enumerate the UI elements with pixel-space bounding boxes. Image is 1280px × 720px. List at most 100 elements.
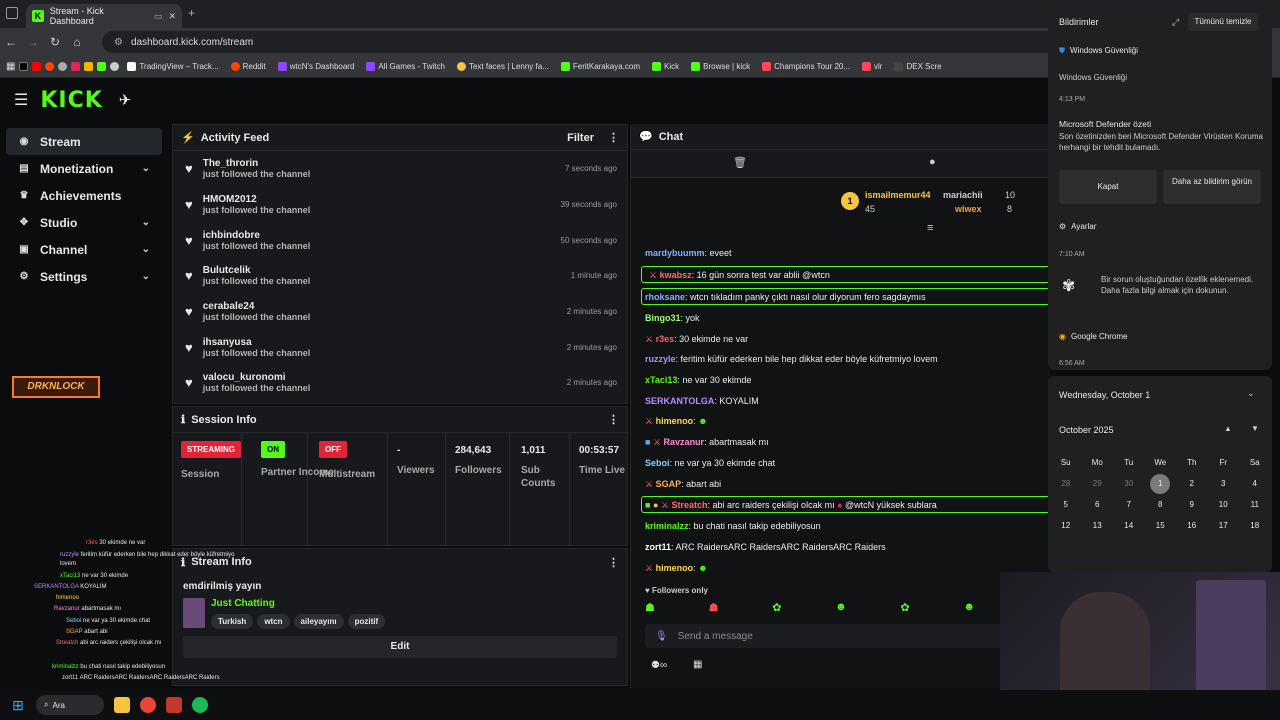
emote-icon[interactable]: ✿ [900,601,909,615]
calendar-day[interactable]: 7 [1113,494,1145,515]
forward-icon[interactable]: → [22,35,44,49]
new-tab-icon[interactable]: + [188,6,195,20]
x-bookmark-icon[interactable] [19,62,29,71]
calendar-day[interactable]: 29 [1082,473,1114,494]
file-explorer-icon[interactable] [114,697,130,713]
chevron-down-icon[interactable]: ▼ [1251,424,1259,433]
sidebar-item-achievements[interactable]: ♛ Achievements [6,182,162,209]
mail-bookmark-icon[interactable] [84,62,94,71]
youtube-bookmark-icon[interactable] [32,62,42,71]
bookmark-feritkarakaya[interactable]: FeritKarakaya.com [557,62,644,71]
tab-audio-icon[interactable]: ▭ [154,11,163,22]
windows-start-icon[interactable]: ⊞ [10,697,26,713]
taskbar-search[interactable]: ⌕ Ara [36,695,104,715]
calendar-day[interactable]: 4 [1239,473,1271,494]
calendar-day[interactable]: 5 [1050,494,1082,515]
chat-settings-icon[interactable]: ● [929,156,936,168]
top-gifter-name[interactable]: wiwex [955,204,982,214]
sidebar-item-monetization[interactable]: ▤ Monetization ⌄ [6,155,162,182]
close-button[interactable]: Kapat [1059,170,1157,204]
reload-icon[interactable]: ↻ [44,35,66,49]
tab-actions-icon[interactable] [6,7,18,19]
emote-icon[interactable]: ☗ [645,601,655,615]
back-icon[interactable]: ← [0,35,22,49]
globe-bookmark-icon[interactable] [58,62,68,71]
reddit-bookmark-icon[interactable] [45,62,55,71]
multistream-toggle[interactable]: OFF [319,441,347,458]
calendar-day[interactable]: 16 [1176,515,1208,536]
more-options-icon[interactable]: ⋮ [608,413,619,426]
category-link[interactable]: Just Chatting [211,598,389,609]
tab-close-icon[interactable]: ✕ [168,11,176,22]
emote-picker-icon[interactable]: ⚉∞ [651,660,667,671]
edit-button[interactable]: Edit [183,636,617,658]
apps-icon[interactable]: ▦ [6,61,15,72]
calendar-day[interactable]: 3 [1208,473,1240,494]
site-info-icon[interactable]: ⚙ [114,37,123,48]
calendar-day[interactable]: 30 [1113,473,1145,494]
more-options-icon[interactable]: ⋮ [608,131,619,144]
calendar-day[interactable]: 15 [1145,515,1177,536]
calendar-day[interactable]: 14 [1113,515,1145,536]
chevron-up-icon[interactable]: ▲ [1224,424,1232,433]
calendar-day[interactable]: 17 [1208,515,1240,536]
url-field[interactable]: ⚙ dashboard.kick.com/stream [102,31,1082,53]
calendar-day[interactable]: 8 [1145,494,1177,515]
bookmark-champions-tour[interactable]: Champions Tour 20... [758,62,854,71]
calendar-day-today[interactable]: 1 [1145,473,1177,494]
app-icon[interactable] [166,697,182,713]
settings-link[interactable]: ⚙ Ayarlar [1059,222,1096,231]
chevron-down-icon[interactable]: ⌄ [1247,388,1255,399]
y-bookmark-icon[interactable] [71,62,81,71]
fewer-notifications-button[interactable]: Daha az bildirim görün [1163,170,1261,204]
rocket-icon[interactable]: ✈ [119,91,132,109]
emote-icon[interactable]: ☻ [835,601,847,615]
chrome-icon[interactable] [140,697,156,713]
emote-icon[interactable]: ✿ [772,601,781,615]
bookmark-wtcn-dashboard[interactable]: wtcN's Dashboard [274,62,359,71]
home-icon[interactable]: ⌂ [66,35,88,49]
calendar-day[interactable]: 28 [1050,473,1082,494]
emote-icon[interactable]: ☗ [709,601,719,615]
bookmark-text-faces[interactable]: Text faces | Lenny fa... [453,62,553,71]
calendar-day[interactable]: 18 [1239,515,1271,536]
pin-icon[interactable]: ≡ [927,222,933,234]
bookmark-vlr[interactable]: vlr [858,62,886,71]
trash-icon[interactable]: 🗑 [733,156,747,169]
calendar-day[interactable]: 13 [1082,515,1114,536]
calendar-day[interactable]: 11 [1239,494,1271,515]
spotify-icon[interactable] [192,697,208,713]
store-icon[interactable]: ▦ [693,659,702,670]
link-bookmark-icon[interactable] [110,62,120,71]
bookmark-all-games-twitch[interactable]: All Games - Twitch [362,62,449,71]
filter-button[interactable]: Filter [567,132,594,144]
top-gifter-name[interactable]: mariachii [943,190,983,200]
emote-icon[interactable]: ☻ [963,601,975,615]
calendar-day[interactable]: 9 [1176,494,1208,515]
browser-tab-kick-dashboard[interactable]: K Stream - Kick Dashboard ▭ ✕ [26,4,182,28]
sidebar-item-settings[interactable]: ⚙ Settings ⌄ [6,263,162,290]
sidebar-item-studio[interactable]: ✥ Studio ⌄ [6,209,162,236]
sidebar-item-channel[interactable]: ▣ Channel ⌄ [6,236,162,263]
partner-income-toggle[interactable]: ON [261,441,285,458]
sidebar-item-stream[interactable]: ◉ Stream [6,128,162,155]
calendar-day[interactable]: 12 [1050,515,1082,536]
calendar-month[interactable]: October 2025 [1059,425,1114,435]
microphone-icon[interactable]: 🎙 [655,631,668,642]
top-gifter-name[interactable]: ismailmemur44 [865,190,931,200]
bookmark-reddit[interactable]: Reddit [227,62,270,71]
bookmark-tradingview[interactable]: TradingView – Track... [123,62,222,71]
calendar-day[interactable]: 6 [1082,494,1114,515]
kick-bookmark-icon[interactable] [97,62,107,71]
focus-icon[interactable]: ⤢ [1172,17,1179,28]
bookmark-browse-kick[interactable]: Browse | kick [687,62,754,71]
more-options-icon[interactable]: ⋮ [608,556,619,569]
bookmark-dex-screener[interactable]: DEX Scre [890,62,945,71]
clear-all-button[interactable]: Tümünü temizle [1188,13,1258,31]
message-input[interactable]: 🎙 Send a message [645,624,1015,648]
notif-body[interactable]: Bir sorun oluştuğundan özellik eklenemed… [1101,274,1261,296]
menu-icon[interactable]: ☰ [14,90,28,110]
calendar-day[interactable]: 2 [1176,473,1208,494]
kick-logo[interactable]: KICK [40,88,102,113]
bookmark-kick[interactable]: Kick [648,62,683,71]
